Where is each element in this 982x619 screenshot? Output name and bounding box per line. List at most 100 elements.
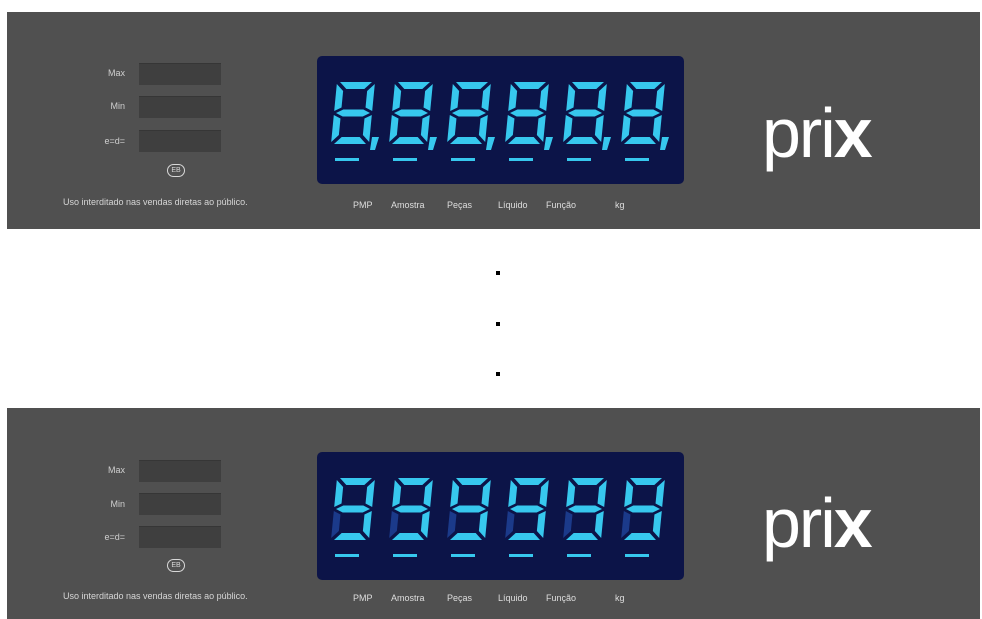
segment-a <box>340 478 372 485</box>
segment-g <box>626 505 660 513</box>
division-value-box <box>139 526 221 548</box>
segment-a <box>398 82 430 89</box>
annunciator-pmp: PMP <box>353 200 373 210</box>
segment-e <box>621 115 631 142</box>
segment-a <box>456 478 488 485</box>
segment-e <box>389 511 399 538</box>
annunciator-kg: kg <box>615 593 625 603</box>
segment-f <box>624 480 634 507</box>
segment-d <box>334 533 366 540</box>
segment-c <box>478 115 488 142</box>
annunciator-indicator <box>509 158 533 161</box>
ellipsis-dot <box>496 322 500 326</box>
segment-b <box>423 84 433 111</box>
max-value-box <box>139 63 221 85</box>
annunciator-indicator <box>393 158 417 161</box>
min-label: Min <box>110 101 125 111</box>
segment-d <box>566 533 598 540</box>
segment-d <box>508 533 540 540</box>
segment-e <box>331 115 341 142</box>
seven-segment-digits <box>331 478 665 557</box>
segment-c <box>362 511 372 538</box>
segment-g <box>452 505 486 513</box>
segment-b <box>539 84 549 111</box>
segment-a <box>572 478 604 485</box>
certification-badge-icon: EB <box>167 164 185 177</box>
segment-d <box>334 137 366 144</box>
segment-f <box>624 84 634 111</box>
segment-b <box>597 480 607 507</box>
segment-c <box>594 115 604 142</box>
usage-notice: Uso interditado nas vendas diretas ao pú… <box>63 197 248 207</box>
segment-f <box>334 84 344 111</box>
segment-f <box>566 480 576 507</box>
segment-f <box>450 84 460 111</box>
segment-g <box>394 505 428 513</box>
segment-d <box>392 533 424 540</box>
segment-b <box>539 480 549 507</box>
annunciator-amostra: Amostra <box>391 200 425 210</box>
max-label: Max <box>107 68 125 78</box>
segment-b <box>423 480 433 507</box>
segment-a <box>630 478 662 485</box>
segment-d <box>508 137 540 144</box>
segment-e <box>447 115 457 142</box>
segment-c <box>652 115 662 142</box>
ellipsis-dot <box>496 372 500 376</box>
segment-d <box>450 533 482 540</box>
segment-e <box>389 115 399 142</box>
segment-f <box>334 480 344 507</box>
segment-b <box>481 84 491 111</box>
annunciator-indicator <box>509 554 533 557</box>
segment-g <box>568 109 602 117</box>
ellipsis-dot <box>496 271 500 275</box>
annunciator-indicator <box>625 158 649 161</box>
annunciator-pecas: Peças <box>447 593 473 603</box>
max-label: Max <box>107 465 125 475</box>
segment-g <box>452 109 486 117</box>
annunciator-indicator <box>567 158 591 161</box>
segment-f <box>450 480 460 507</box>
division-label: e=d= <box>104 532 125 542</box>
segment-e <box>563 115 573 142</box>
weight-display <box>317 452 684 580</box>
segment-a <box>572 82 604 89</box>
logo-text-bold: x <box>833 484 873 562</box>
segment-c <box>652 511 662 538</box>
usage-notice: Uso interditado nas vendas diretas ao pú… <box>63 591 248 601</box>
segment-c <box>478 511 488 538</box>
segment-a <box>398 478 430 485</box>
segment-b <box>655 84 665 111</box>
segment-c <box>420 511 430 538</box>
certification-badge-icon: EB <box>167 559 185 572</box>
annunciator-liquido: Líquido <box>498 593 528 603</box>
decimal-point <box>370 137 379 150</box>
logo-text-bold: x <box>833 94 873 172</box>
annunciator-kg: kg <box>615 200 625 210</box>
segment-e <box>331 511 341 538</box>
max-value-box <box>139 460 221 482</box>
segment-d <box>392 137 424 144</box>
segment-g <box>568 505 602 513</box>
segment-d <box>624 533 656 540</box>
annunciator-indicator <box>335 554 359 557</box>
prix-logo: prix <box>762 98 873 168</box>
segment-c <box>420 115 430 142</box>
segment-e <box>621 511 631 538</box>
segment-a <box>514 478 546 485</box>
segment-f <box>508 480 518 507</box>
decimal-point <box>428 137 437 150</box>
segment-d <box>566 137 598 144</box>
logo-text-thin: pri <box>762 484 836 562</box>
segment-g <box>394 109 428 117</box>
segment-f <box>392 84 402 111</box>
segment-c <box>536 511 546 538</box>
segment-g <box>626 109 660 117</box>
segment-e <box>505 511 515 538</box>
segment-g <box>336 505 370 513</box>
segment-f <box>566 84 576 111</box>
decimal-point <box>602 137 611 150</box>
segment-g <box>510 505 544 513</box>
segment-e <box>447 511 457 538</box>
segment-b <box>655 480 665 507</box>
